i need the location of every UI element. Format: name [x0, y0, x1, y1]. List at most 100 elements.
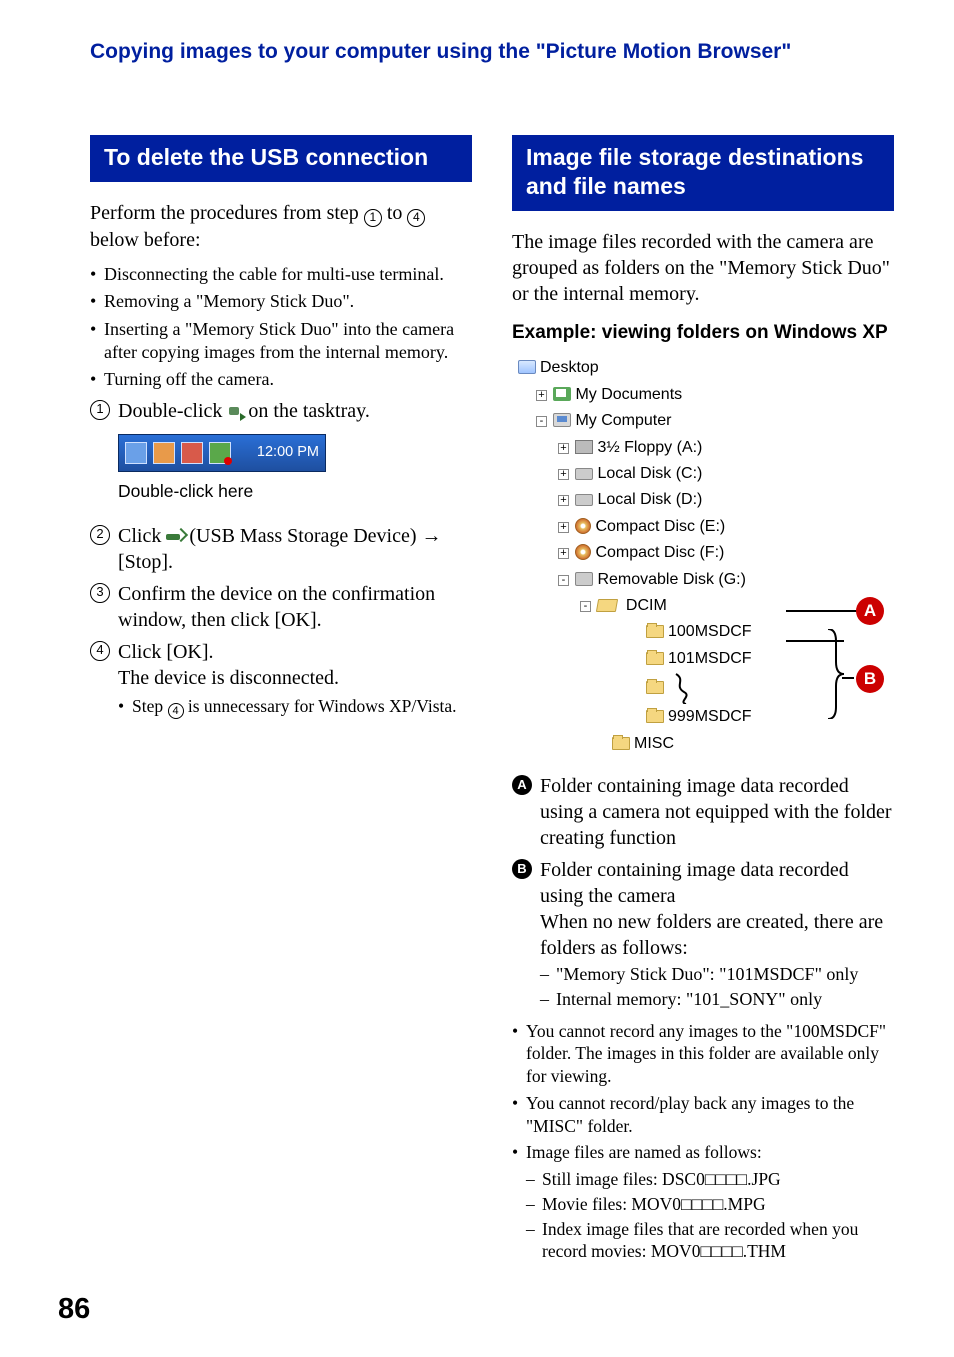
page-header: Copying images to your computer using th… — [90, 38, 894, 65]
folder-icon — [612, 737, 630, 750]
expand-icon: + — [558, 522, 569, 533]
file-naming-list: Still image files: DSC0□□□□.JPG Movie fi… — [526, 1168, 894, 1263]
section-title-right: Image file storage destinations and file… — [512, 135, 894, 211]
removable-icon — [575, 572, 593, 586]
tasktray-caption: Double-click here — [118, 480, 472, 503]
intro-part-b: to — [382, 202, 408, 224]
list-item: Turning off the camera. — [90, 368, 472, 391]
tray-app-icon — [153, 442, 175, 464]
folder-icon — [646, 681, 664, 694]
tree-label: My Computer — [575, 412, 671, 429]
tree-diskc: + Local Disk (C:) — [558, 461, 894, 487]
tree-label: MISC — [634, 735, 674, 752]
callout-descriptions: A Folder containing image data recorded … — [512, 773, 894, 1014]
right-column: Image file storage destinations and file… — [512, 135, 894, 1267]
safely-remove-icon — [227, 405, 243, 419]
tree-misc: MISC — [612, 731, 894, 757]
collapse-icon: - — [580, 601, 591, 612]
list-item: Internal memory: "101_SONY" only — [540, 988, 894, 1011]
note-3-text: Image files are named as follows: — [526, 1142, 762, 1162]
folder-tree-illustration: Desktop + My Documents - My Computer + 3… — [518, 355, 894, 756]
list-item: Removing a "Memory Stick Duo". — [90, 290, 472, 313]
step4-text-a: Click [OK]. — [118, 639, 339, 665]
folder-icon — [646, 710, 664, 723]
tree-remg: - Removable Disk (G:) — [558, 567, 894, 593]
tree-floppy: + 3½ Floppy (A:) — [558, 435, 894, 461]
desc-b-dash: "Memory Stick Duo": "101MSDCF" only Inte… — [540, 963, 894, 1012]
list-item: Still image files: DSC0□□□□.JPG — [526, 1168, 894, 1191]
list-item: Movie files: MOV0□□□□.MPG — [526, 1193, 894, 1216]
left-intro: Perform the procedures from step 1 to 4 … — [90, 200, 472, 253]
step-ref-1-icon: 1 — [364, 209, 382, 227]
tree-mycomp: - My Computer — [536, 408, 894, 434]
list-item: You cannot record any images to the "100… — [512, 1020, 894, 1088]
step-4: 4 Click [OK]. The device is disconnected… — [90, 639, 472, 691]
folder-open-icon — [596, 599, 618, 612]
tree-101: 101MSDCF — [646, 646, 894, 672]
tasktray-illustration: 12:00 PM — [118, 434, 326, 472]
expand-icon: + — [558, 495, 569, 506]
page-number: 86 — [58, 1291, 90, 1329]
desc-b-text2: When no new folders are created, there a… — [540, 909, 894, 961]
ellipsis-icon — [672, 672, 692, 704]
computer-icon — [553, 413, 571, 427]
documents-icon — [553, 387, 571, 401]
example-heading: Example: viewing folders on Windows XP — [512, 321, 894, 346]
step1-text-b: on the tasktray. — [243, 400, 369, 422]
tree-100: 100MSDCF — [646, 619, 894, 645]
tree-label: Local Disk (D:) — [597, 491, 702, 508]
tree-label: Compact Disc (F:) — [595, 544, 724, 561]
notes-list: You cannot record any images to the "100… — [512, 1020, 894, 1264]
step-ref-4-icon: 4 — [407, 209, 425, 227]
list-item: Image files are named as follows: Still … — [512, 1141, 894, 1263]
step-3: 3 Confirm the device on the confirmation… — [90, 581, 472, 633]
left-column: To delete the USB connection Perform the… — [90, 135, 472, 1267]
tray-app-icon — [181, 442, 203, 464]
tray-remove-icon — [209, 442, 231, 464]
step-number-4-icon: 4 — [90, 641, 110, 661]
list-item: Index image files that are recorded when… — [526, 1218, 894, 1264]
tree-desktop: Desktop — [518, 355, 894, 381]
step-1: 1 Double-click on the tasktray. — [90, 398, 472, 424]
tree-label: 100MSDCF — [668, 623, 752, 640]
tree-mydocs: + My Documents — [536, 382, 894, 408]
step3-text: Confirm the device on the confirmation w… — [118, 581, 472, 633]
note-b: is unnecessary for Windows XP/Vista. — [184, 696, 457, 716]
step4-note-list: Step 4 is unnecessary for Windows XP/Vis… — [90, 695, 472, 719]
tray-clock: 12:00 PM — [257, 443, 319, 462]
tree-label: 101MSDCF — [668, 650, 752, 667]
cd-icon — [575, 518, 591, 534]
right-intro: The image files recorded with the camera… — [512, 229, 894, 307]
desc-a-text: Folder containing image data recorded us… — [540, 773, 894, 851]
tray-app-icon — [125, 442, 147, 464]
tree-label: Compact Disc (E:) — [595, 518, 725, 535]
desc-b: B Folder containing image data recorded … — [512, 857, 894, 1014]
tree-dcim: - DCIM — [580, 593, 894, 619]
floppy-icon — [575, 440, 593, 454]
disk-icon — [575, 468, 593, 480]
tree-label: 3½ Floppy (A:) — [597, 439, 702, 456]
tree-cde: + Compact Disc (E:) — [558, 514, 894, 540]
intro-part-a: Perform the procedures from step — [90, 202, 364, 224]
list-item: Step 4 is unnecessary for Windows XP/Vis… — [118, 695, 472, 719]
tree-label: Local Disk (C:) — [597, 465, 702, 482]
content-columns: To delete the USB connection Perform the… — [90, 135, 894, 1267]
collapse-icon: - — [536, 416, 547, 427]
tree-label: My Documents — [575, 386, 682, 403]
desc-a: A Folder containing image data recorded … — [512, 773, 894, 851]
tree-cdf: + Compact Disc (F:) — [558, 540, 894, 566]
folder-icon — [646, 625, 664, 638]
tree-label: Removable Disk (G:) — [597, 571, 745, 588]
desc-b-text1: Folder containing image data recorded us… — [540, 857, 894, 909]
badge-b-icon: B — [512, 859, 532, 879]
badge-a-icon: A — [512, 775, 532, 795]
step-number-3-icon: 3 — [90, 583, 110, 603]
step-2: 2 Click (USB Mass Storage Device) → [Sto… — [90, 523, 472, 575]
cd-icon — [575, 544, 591, 560]
usb-device-icon — [166, 530, 184, 544]
leader-line-b2 — [842, 677, 854, 679]
tree-label: 999MSDCF — [668, 708, 752, 725]
note-a: Step — [132, 696, 168, 716]
list-item: "Memory Stick Duo": "101MSDCF" only — [540, 963, 894, 986]
tree-label: DCIM — [626, 597, 667, 614]
